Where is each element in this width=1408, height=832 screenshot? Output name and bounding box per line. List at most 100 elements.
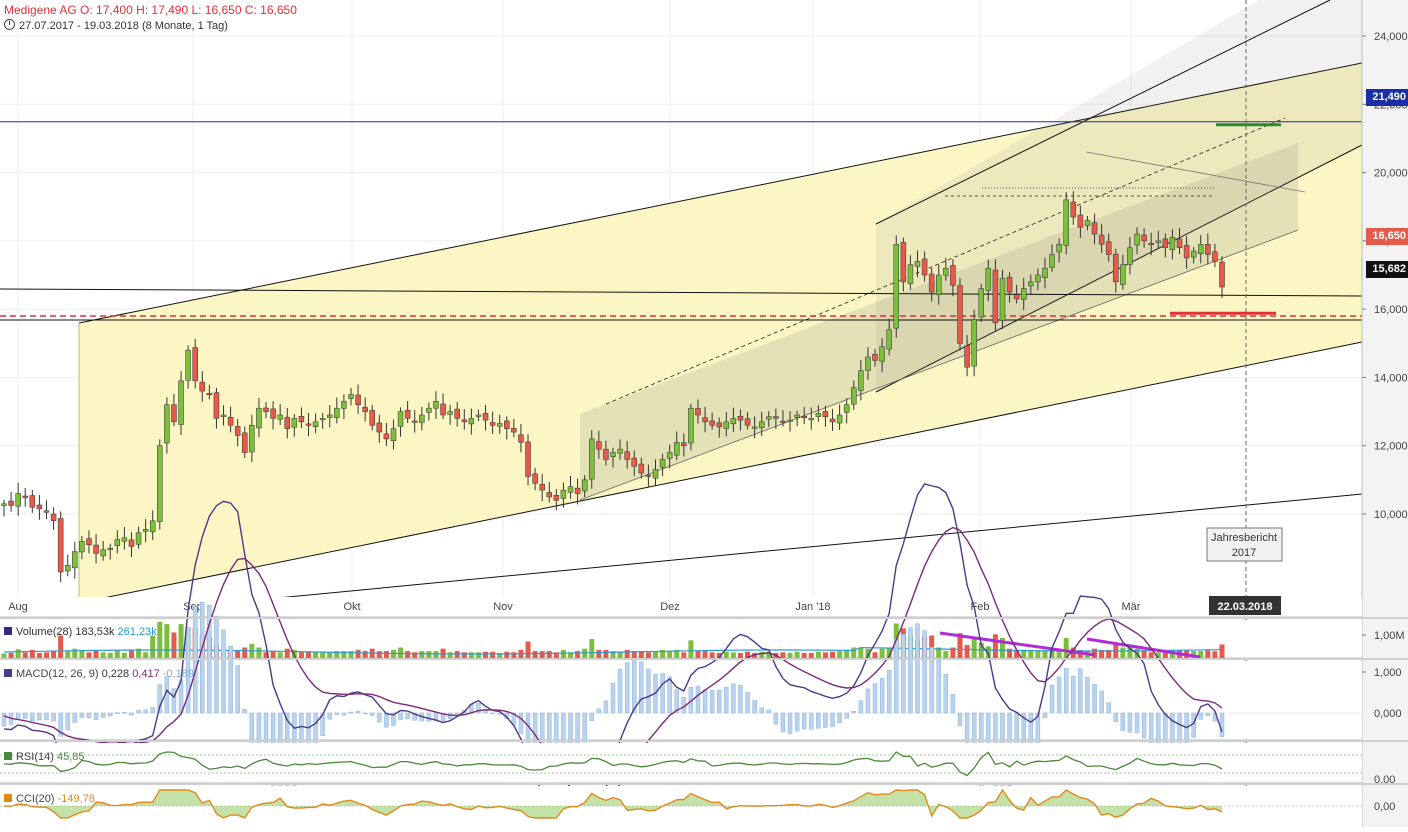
candle-body [964, 345, 970, 368]
macd-hist-bar [1071, 676, 1076, 714]
price-tick-label: 24,000 [1374, 31, 1408, 43]
macd-hist-bar [23, 712, 28, 719]
time-axis-label: Nov [493, 601, 513, 613]
macd-hist-bar [30, 712, 35, 722]
candle-body [15, 493, 21, 507]
macd-hist-bar [377, 712, 382, 723]
candle-body [79, 541, 85, 553]
macd-hist-bar [86, 712, 92, 718]
volume-v1: 183,53k [75, 626, 115, 638]
candle-body [737, 416, 744, 421]
macd-label: MACD(12, 26, 9) [16, 668, 99, 680]
candle-body [1212, 251, 1218, 262]
macd-hist-bar [1113, 712, 1118, 722]
volume-bar [730, 652, 736, 658]
candle-body [383, 433, 390, 440]
volume-bar [419, 651, 425, 658]
volume-bar [801, 652, 807, 658]
volume-bar [157, 622, 163, 658]
candle-body [751, 426, 758, 429]
candle-body [1091, 222, 1098, 235]
volume-bar [256, 647, 262, 658]
macd-hist-bar [235, 665, 240, 714]
candle-body [1162, 238, 1169, 248]
volume-bar [787, 652, 793, 658]
macd-hist-bar [745, 692, 750, 714]
chart-svg[interactable]: Jahresbericht201724,00022,00020,00018,00… [0, 0, 1408, 832]
candle-body [553, 495, 560, 501]
candle-body [326, 414, 333, 418]
candle-body [390, 428, 397, 441]
volume-bar [483, 651, 489, 658]
volume-bar [539, 651, 545, 658]
macd-hist-bar [837, 712, 842, 723]
time-axis-label: Jan '18 [795, 601, 830, 613]
candle-body [1042, 267, 1048, 278]
candle-body [475, 414, 482, 417]
chart-stage[interactable]: Jahresbericht201724,00022,00020,00018,00… [0, 0, 1408, 832]
macd-hist-bar [624, 662, 630, 714]
volume-bar [284, 648, 290, 658]
volume-bar [964, 645, 970, 658]
macd-hist-bar [794, 712, 800, 732]
instrument-title: Medigene AG O: 17,400 H: 17,490 L: 16,65… [4, 3, 297, 17]
volume-bar [681, 652, 687, 658]
volume-bar [617, 652, 623, 658]
macd-hist-bar [72, 712, 78, 723]
macd-hist-bar [455, 712, 460, 715]
candle-body [277, 414, 283, 420]
macd-hist-bar [766, 709, 771, 714]
macd-hist-bar [801, 712, 807, 730]
volume-bar [355, 649, 361, 658]
macd-hist-bar [1191, 712, 1196, 738]
macd-hist-bar [1106, 702, 1111, 714]
volume-bar [737, 652, 743, 658]
macd-hist-bar [327, 712, 332, 720]
volume-bar [100, 652, 106, 658]
volume-bar [1028, 651, 1034, 658]
time-axis-label: Aug [8, 601, 28, 613]
macd-hist-bar [596, 708, 602, 714]
cci-axis-label: 0,00 [1374, 801, 1395, 813]
macd-hist-bar [518, 712, 524, 734]
volume-label: Volume(28) [16, 626, 73, 638]
price-tag-support: 15,682 [1366, 261, 1408, 278]
bars-icon [4, 627, 12, 635]
macd-hist-bar [823, 712, 828, 728]
candle-body [121, 537, 128, 542]
candle-body [1190, 250, 1197, 258]
macd-hist-bar [1205, 712, 1211, 717]
macd-hist-bar [37, 712, 42, 721]
candle-body [716, 422, 722, 428]
candle-body [1049, 254, 1055, 268]
volume-bar [8, 652, 14, 658]
candle-body [426, 407, 432, 413]
candle-body [539, 484, 545, 491]
volume-bar [759, 651, 765, 658]
volume-bar [490, 651, 496, 658]
candle-body [36, 504, 43, 510]
candle-body [681, 442, 687, 446]
volume-bar [178, 624, 184, 658]
candle-body [659, 459, 666, 468]
macd-hist-bar [384, 712, 389, 728]
candle-body [362, 407, 368, 412]
candle-body [305, 423, 312, 426]
volume-bar [242, 647, 248, 658]
candle-body [702, 417, 708, 423]
macd-hist-bar [894, 638, 899, 714]
candle-body [213, 392, 220, 419]
macd-hist-bar [879, 678, 885, 714]
candle-body [1035, 274, 1041, 283]
macd-hist-bar [1049, 684, 1055, 714]
macd-hist-bar [1198, 712, 1203, 720]
candle-body [1098, 234, 1105, 245]
volume-legend: Volume(28) 183,53k 261,23k [4, 626, 157, 638]
macd-hist-bar [122, 712, 127, 714]
candle-body [468, 418, 475, 425]
candle-body [440, 403, 446, 416]
candle-body [1176, 238, 1183, 248]
macd-hist-bar [242, 708, 247, 714]
time-axis-label: Mär [1122, 601, 1141, 613]
candle-body [256, 407, 262, 429]
